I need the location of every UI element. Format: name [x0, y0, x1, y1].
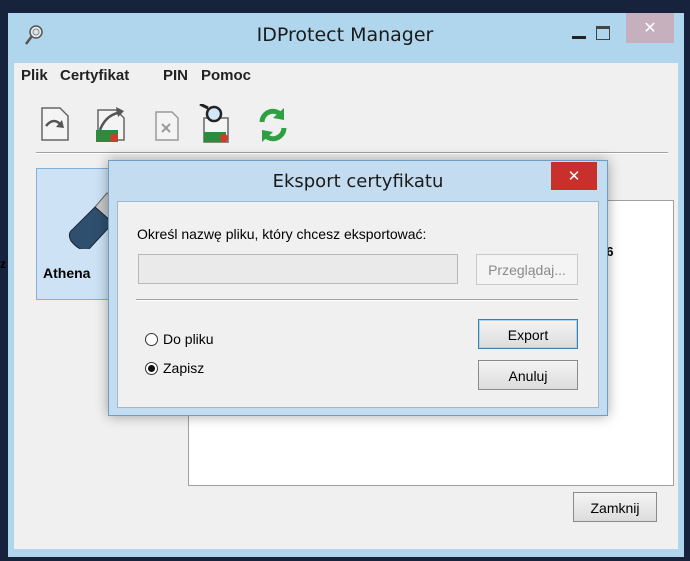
export-certificate-icon[interactable] — [92, 104, 130, 144]
device-label: Athena — [43, 265, 91, 281]
browse-button[interactable]: Przeglądaj... — [476, 254, 578, 285]
dialog-title: Eksport certyfikatu — [272, 171, 444, 192]
minimize-button[interactable] — [570, 26, 592, 48]
delete-certificate-icon[interactable] — [148, 104, 186, 144]
window-close-button[interactable]: ✕ — [626, 13, 674, 43]
menu-pin[interactable]: PIN — [163, 67, 188, 84]
radio-do-pliku[interactable] — [145, 333, 158, 346]
cancel-button[interactable]: Anuluj — [478, 360, 578, 390]
menu-plik[interactable]: Plik — [21, 67, 48, 84]
radio-do-pliku-label[interactable]: Do pliku — [163, 331, 214, 347]
import-certificate-icon[interactable] — [36, 104, 74, 144]
dialog-prompt: Określ nazwę pliku, który chcesz eksport… — [137, 226, 427, 242]
export-button[interactable]: Export — [478, 319, 578, 349]
dialog-separator-highlight — [136, 300, 578, 301]
refresh-icon[interactable] — [254, 104, 292, 144]
radio-zapisz-label[interactable]: Zapisz — [163, 360, 204, 376]
menu-pomoc[interactable]: Pomoc — [201, 67, 251, 84]
toolbar-separator-highlight — [36, 153, 668, 154]
left-edge-text: z — [0, 257, 6, 271]
menu-certyfikat[interactable]: Certyfikat — [60, 67, 129, 84]
dialog-close-button[interactable]: ✕ — [551, 162, 597, 190]
view-certificate-icon[interactable] — [196, 102, 234, 144]
main-close-button[interactable]: Zamknij — [573, 492, 657, 522]
file-path-input[interactable] — [138, 254, 458, 284]
radio-zapisz[interactable] — [145, 362, 158, 375]
maximize-button[interactable] — [592, 22, 614, 44]
